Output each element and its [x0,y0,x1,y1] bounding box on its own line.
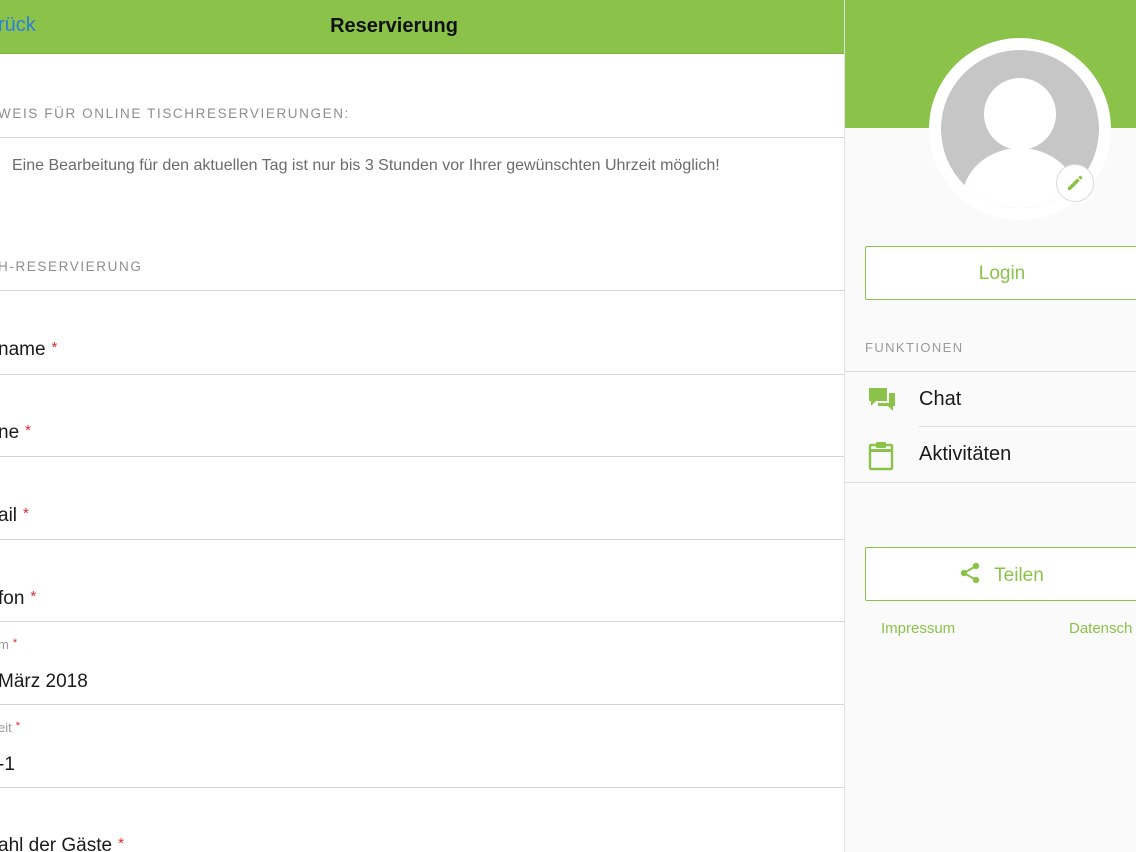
firstname-label: name * [0,339,57,361]
required-marker: * [12,637,18,649]
guests-label-text: ahl der Gäste [0,835,113,852]
edit-avatar-button[interactable] [1056,164,1094,202]
share-label: Teilen [994,565,1044,586]
login-button[interactable]: Login [865,246,1136,300]
time-label-text: eit [0,720,12,735]
required-marker: * [118,835,124,852]
lastname-field[interactable]: ne * [0,375,844,456]
phone-field[interactable]: fon * [0,540,844,621]
impressum-link[interactable]: Impressum [881,620,955,637]
login-label: Login [978,263,1026,284]
required-marker: * [30,588,37,605]
chat-icon [867,386,897,419]
guests-label: ahl der Gäste * [0,835,124,852]
share-icon [960,562,980,584]
menu-item-activities-label: Aktivitäten [919,443,1012,465]
lastname-label-text: ne [0,422,20,443]
time-label: eit * [0,720,20,735]
phone-label-text: fon [0,588,25,609]
required-marker: * [51,339,58,356]
reservation-panel: rück Reservierung WEIS FÜR ONLINE TISCHR… [0,0,844,852]
date-label: m * [0,637,17,652]
required-marker: * [25,422,31,439]
notice-section-header: WEIS FÜR ONLINE TISCHRESERVIERUNGEN: [0,106,350,121]
divider [0,137,844,138]
navigation-bar: rück Reservierung [0,0,844,54]
side-menu: Login FUNKTIONEN Chat Aktivitäten Teilen… [844,0,1136,852]
date-field[interactable]: m * März 2018 [0,622,844,704]
firstname-field[interactable]: name * [0,291,844,374]
phone-label: fon * [0,588,36,610]
clipboard-icon [867,441,895,476]
menu-item-chat-label: Chat [919,388,962,410]
email-field[interactable]: ail * [0,457,844,539]
menu-item-activities[interactable]: Aktivitäten [845,427,1136,481]
date-label-text: m [0,637,9,652]
firstname-label-text: name [0,339,46,360]
notice-text: Eine Bearbeitung für den aktuellen Tag i… [12,157,720,174]
menu-item-chat[interactable]: Chat [845,372,1136,426]
time-field[interactable]: eit* -1 [0,705,844,787]
divider [845,482,1136,483]
required-marker: * [23,505,29,522]
privacy-link[interactable]: Datensch [1069,620,1132,637]
share-button-content: Teilen [866,562,1136,587]
share-button[interactable]: Teilen [865,547,1136,601]
required-marker: * [15,720,21,732]
page-title: Reservierung [330,15,458,37]
pencil-icon [1068,175,1083,190]
guests-field[interactable]: ahl der Gäste * [0,788,844,852]
email-label-text: ail [0,505,18,526]
date-value: März 2018 [0,671,88,692]
functions-header: FUNKTIONEN [865,340,964,355]
email-label: ail * [0,505,29,527]
time-value: -1 [0,754,15,775]
form-section-header: H-RESERVIERUNG [0,259,143,274]
lastname-label: ne * [0,422,31,444]
